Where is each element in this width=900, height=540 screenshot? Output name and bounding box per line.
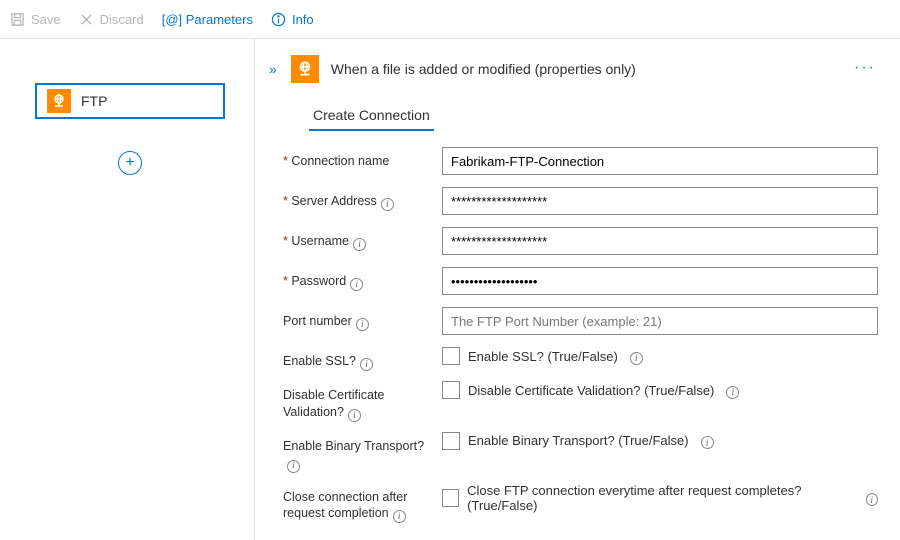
- label-port: Port numberi: [283, 307, 428, 329]
- info-label: Info: [292, 12, 314, 27]
- info-icon[interactable]: i: [356, 318, 369, 331]
- checkbox-binary[interactable]: [442, 432, 460, 450]
- input-password[interactable]: [442, 267, 878, 295]
- more-button[interactable]: ···: [854, 59, 876, 77]
- discard-button[interactable]: Discard: [79, 12, 144, 27]
- info-icon[interactable]: i: [348, 409, 361, 422]
- ftp-icon: [291, 55, 319, 83]
- info-icon[interactable]: i: [866, 493, 878, 506]
- label-connection-name: Connection name: [283, 147, 428, 169]
- collapse-button[interactable]: »: [265, 61, 279, 77]
- tab-create-connection[interactable]: Create Connection: [309, 101, 434, 131]
- label-close-conn: Close connection after request completio…: [283, 483, 428, 522]
- input-connection-name[interactable]: [442, 147, 878, 175]
- sidebar: FTP +: [0, 39, 255, 540]
- discard-label: Discard: [100, 12, 144, 27]
- info-icon[interactable]: i: [381, 198, 394, 211]
- connection-form: Connection name Server Addressi Username…: [265, 147, 878, 540]
- toolbar: Save Discard [@] Parameters Info: [0, 0, 900, 39]
- workflow-node-label: FTP: [81, 93, 107, 109]
- save-icon: [10, 12, 25, 27]
- input-port[interactable]: [442, 307, 878, 335]
- input-username[interactable]: [442, 227, 878, 255]
- checkbox-label-close: Close FTP connection everytime after req…: [467, 483, 853, 513]
- main-panel: ··· » When a file is added or modified (…: [255, 39, 900, 540]
- add-step-button[interactable]: +: [118, 151, 142, 175]
- label-disable-cert: Disable Certificate Validation?i: [283, 381, 428, 420]
- info-icon[interactable]: i: [630, 352, 643, 365]
- save-label: Save: [31, 12, 61, 27]
- label-binary: Enable Binary Transport?i: [283, 432, 428, 471]
- info-icon[interactable]: i: [701, 436, 714, 449]
- checkbox-close-conn[interactable]: [442, 489, 459, 507]
- info-icon[interactable]: i: [350, 278, 363, 291]
- parameters-button[interactable]: [@] Parameters: [162, 12, 253, 27]
- checkbox-label-cert: Disable Certificate Validation? (True/Fa…: [468, 383, 714, 398]
- close-icon: [79, 12, 94, 27]
- label-server-address: Server Addressi: [283, 187, 428, 209]
- input-server-address[interactable]: [442, 187, 878, 215]
- info-icon[interactable]: i: [393, 510, 406, 523]
- ftp-icon: [47, 89, 71, 113]
- info-icon[interactable]: i: [353, 238, 366, 251]
- checkbox-disable-cert[interactable]: [442, 381, 460, 399]
- checkbox-label-binary: Enable Binary Transport? (True/False): [468, 433, 689, 448]
- info-icon: [271, 12, 286, 27]
- info-icon[interactable]: i: [287, 460, 300, 473]
- plus-icon: +: [125, 155, 134, 171]
- info-icon[interactable]: i: [726, 386, 739, 399]
- panel-title: When a file is added or modified (proper…: [331, 61, 636, 77]
- save-button[interactable]: Save: [10, 12, 61, 27]
- info-button[interactable]: Info: [271, 12, 314, 27]
- checkbox-label-ssl: Enable SSL? (True/False): [468, 349, 618, 364]
- workflow-node-ftp[interactable]: FTP: [35, 83, 225, 119]
- label-enable-ssl: Enable SSL?i: [283, 347, 428, 369]
- checkbox-enable-ssl[interactable]: [442, 347, 460, 365]
- info-icon[interactable]: i: [360, 358, 373, 371]
- label-password: Passwordi: [283, 267, 428, 289]
- label-username: Usernamei: [283, 227, 428, 249]
- parameters-label: [@] Parameters: [162, 12, 253, 27]
